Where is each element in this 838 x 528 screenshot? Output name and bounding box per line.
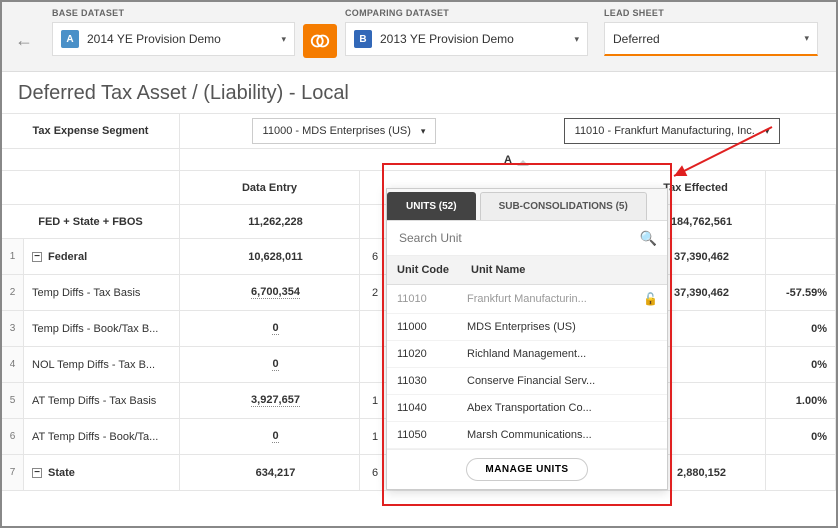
unit-row[interactable]: 11040Abex Transportation Co... — [387, 395, 667, 422]
cell-percent: 0% — [766, 347, 836, 382]
lead-sheet-column: LEAD SHEET Deferred ▾ — [596, 8, 826, 56]
summary-data-entry: 11,262,228 — [180, 205, 360, 238]
entity-header-strip: Tax Expense Segment 11000 - MDS Enterpri… — [2, 113, 836, 149]
entity-b-value: 11010 - Frankfurt Manufacturing, Inc. — [575, 125, 755, 137]
lead-sheet-value: Deferred — [613, 32, 660, 46]
column-group-a-label: A — [180, 149, 836, 170]
chevron-down-icon: ▾ — [574, 34, 579, 45]
row-name: NOL Temp Diffs - Tax B... — [24, 347, 180, 382]
row-name: AT Temp Diffs - Book/Ta... — [24, 419, 180, 454]
popover-footer: MANAGE UNITS — [387, 449, 667, 489]
manage-units-button[interactable]: MANAGE UNITS — [466, 458, 587, 481]
base-dataset-select[interactable]: A 2014 YE Provision Demo ▾ — [52, 22, 295, 56]
unit-name: Richland Management... — [467, 348, 643, 360]
cell-data-entry: 0 — [180, 419, 360, 454]
unit-code: 11040 — [387, 402, 467, 414]
unit-name: Abex Transportation Co... — [467, 402, 643, 414]
ab-row: A — [2, 149, 836, 171]
base-dataset-value: 2014 YE Provision Demo — [87, 32, 221, 46]
cell-data-entry: 634,217 — [180, 455, 360, 490]
base-dataset-label: BASE DATASET — [52, 8, 295, 18]
cell-data-entry: 6,700,354 — [180, 275, 360, 310]
row-name: −State — [24, 455, 180, 490]
unit-code: 11010 — [387, 293, 467, 305]
unit-name: Marsh Communications... — [467, 429, 643, 441]
cell-percent — [766, 455, 836, 490]
cell-percent: -57.59% — [766, 275, 836, 310]
unit-row[interactable]: 11050Marsh Communications... — [387, 422, 667, 449]
entity-b-select[interactable]: 11010 - Frankfurt Manufacturing, Inc. ▾ — [564, 118, 781, 144]
tab-sub-consolidations[interactable]: SUB-CONSOLIDATIONS (5) — [480, 192, 647, 220]
compare-icon — [303, 24, 337, 58]
unit-search-row: 🔍 — [387, 221, 667, 256]
arrow-left-icon: ← — [15, 30, 33, 51]
compare-dataset-value: 2013 YE Provision Demo — [380, 32, 514, 46]
cell-data-entry: 0 — [180, 311, 360, 346]
unit-picker-popover: UNITS (52) SUB-CONSOLIDATIONS (5) 🔍 Unit… — [386, 188, 668, 490]
unit-code: 11030 — [387, 375, 467, 387]
back-button[interactable]: ← — [12, 28, 36, 52]
collapse-icon[interactable]: − — [32, 252, 42, 262]
badge-a-icon: A — [61, 30, 79, 48]
compare-dataset-select[interactable]: B 2013 YE Provision Demo ▾ — [345, 22, 588, 56]
compare-dataset-column: COMPARING DATASET B 2013 YE Provision De… — [337, 8, 596, 56]
top-bar: ← BASE DATASET A 2014 YE Provision Demo … — [2, 2, 836, 72]
row-name: Temp Diffs - Tax Basis — [24, 275, 180, 310]
cell-percent: 0% — [766, 419, 836, 454]
row-number: 7 — [2, 455, 24, 490]
row-name: −Federal — [24, 239, 180, 274]
row-number: 2 — [2, 275, 24, 310]
entity-a-select[interactable]: 11000 - MDS Enterprises (US) ▾ — [252, 118, 437, 144]
row-number: 5 — [2, 383, 24, 418]
unit-list-header: Unit Code Unit Name — [387, 256, 667, 285]
cell-data-entry: 3,927,657 — [180, 383, 360, 418]
chevron-down-icon: ▾ — [421, 126, 426, 137]
chevron-down-icon: ▾ — [281, 34, 286, 45]
unit-code: 11020 — [387, 348, 467, 360]
unit-code: 11050 — [387, 429, 467, 441]
row-number: 6 — [2, 419, 24, 454]
unit-code-header: Unit Code — [387, 256, 467, 284]
summary-name: FED + State + FBOS — [2, 205, 180, 238]
cell-data-entry: 10,628,011 — [180, 239, 360, 274]
cell-percent: 1.00% — [766, 383, 836, 418]
cell-percent: 0% — [766, 311, 836, 346]
chevron-down-icon: ▾ — [804, 33, 809, 44]
row-number: 3 — [2, 311, 24, 346]
col-data-entry-header: Data Entry — [180, 171, 360, 204]
unit-row[interactable]: 11010Frankfurt Manufacturin...🔓 — [387, 285, 667, 314]
unit-code: 11000 — [387, 321, 467, 333]
compare-dataset-label: COMPARING DATASET — [345, 8, 588, 18]
chevron-down-icon: ▾ — [765, 126, 770, 137]
lead-sheet-label: LEAD SHEET — [604, 8, 818, 18]
unit-name: MDS Enterprises (US) — [467, 321, 643, 333]
badge-b-icon: B — [354, 30, 372, 48]
unit-row[interactable]: 11000MDS Enterprises (US) — [387, 314, 667, 341]
popover-caret-icon — [517, 160, 529, 166]
row-name: Temp Diffs - Book/Tax B... — [24, 311, 180, 346]
cell-data-entry: 0 — [180, 347, 360, 382]
row-number: 1 — [2, 239, 24, 274]
segment-label: Tax Expense Segment — [2, 114, 180, 148]
unit-list[interactable]: 11010Frankfurt Manufacturin...🔓11000MDS … — [387, 285, 667, 449]
unit-name: Frankfurt Manufacturin... — [467, 293, 643, 305]
unit-name-header: Unit Name — [467, 256, 667, 284]
unit-name: Conserve Financial Serv... — [467, 375, 643, 387]
popover-tabs: UNITS (52) SUB-CONSOLIDATIONS (5) — [387, 189, 667, 221]
row-name: AT Temp Diffs - Tax Basis — [24, 383, 180, 418]
lead-sheet-select[interactable]: Deferred ▾ — [604, 22, 818, 56]
unit-row[interactable]: 11030Conserve Financial Serv... — [387, 368, 667, 395]
unlock-icon: 🔓 — [643, 292, 667, 306]
search-icon[interactable]: 🔍 — [640, 230, 657, 247]
unit-row[interactable]: 11020Richland Management... — [387, 341, 667, 368]
tab-units[interactable]: UNITS (52) — [387, 192, 476, 220]
unit-search-input[interactable] — [397, 227, 634, 249]
entity-a-value: 11000 - MDS Enterprises (US) — [263, 125, 411, 137]
page-title: Deferred Tax Asset / (Liability) - Local — [2, 72, 836, 113]
cell-percent — [766, 239, 836, 274]
collapse-icon[interactable]: − — [32, 468, 42, 478]
row-number: 4 — [2, 347, 24, 382]
base-dataset-column: BASE DATASET A 2014 YE Provision Demo ▾ — [44, 8, 303, 56]
